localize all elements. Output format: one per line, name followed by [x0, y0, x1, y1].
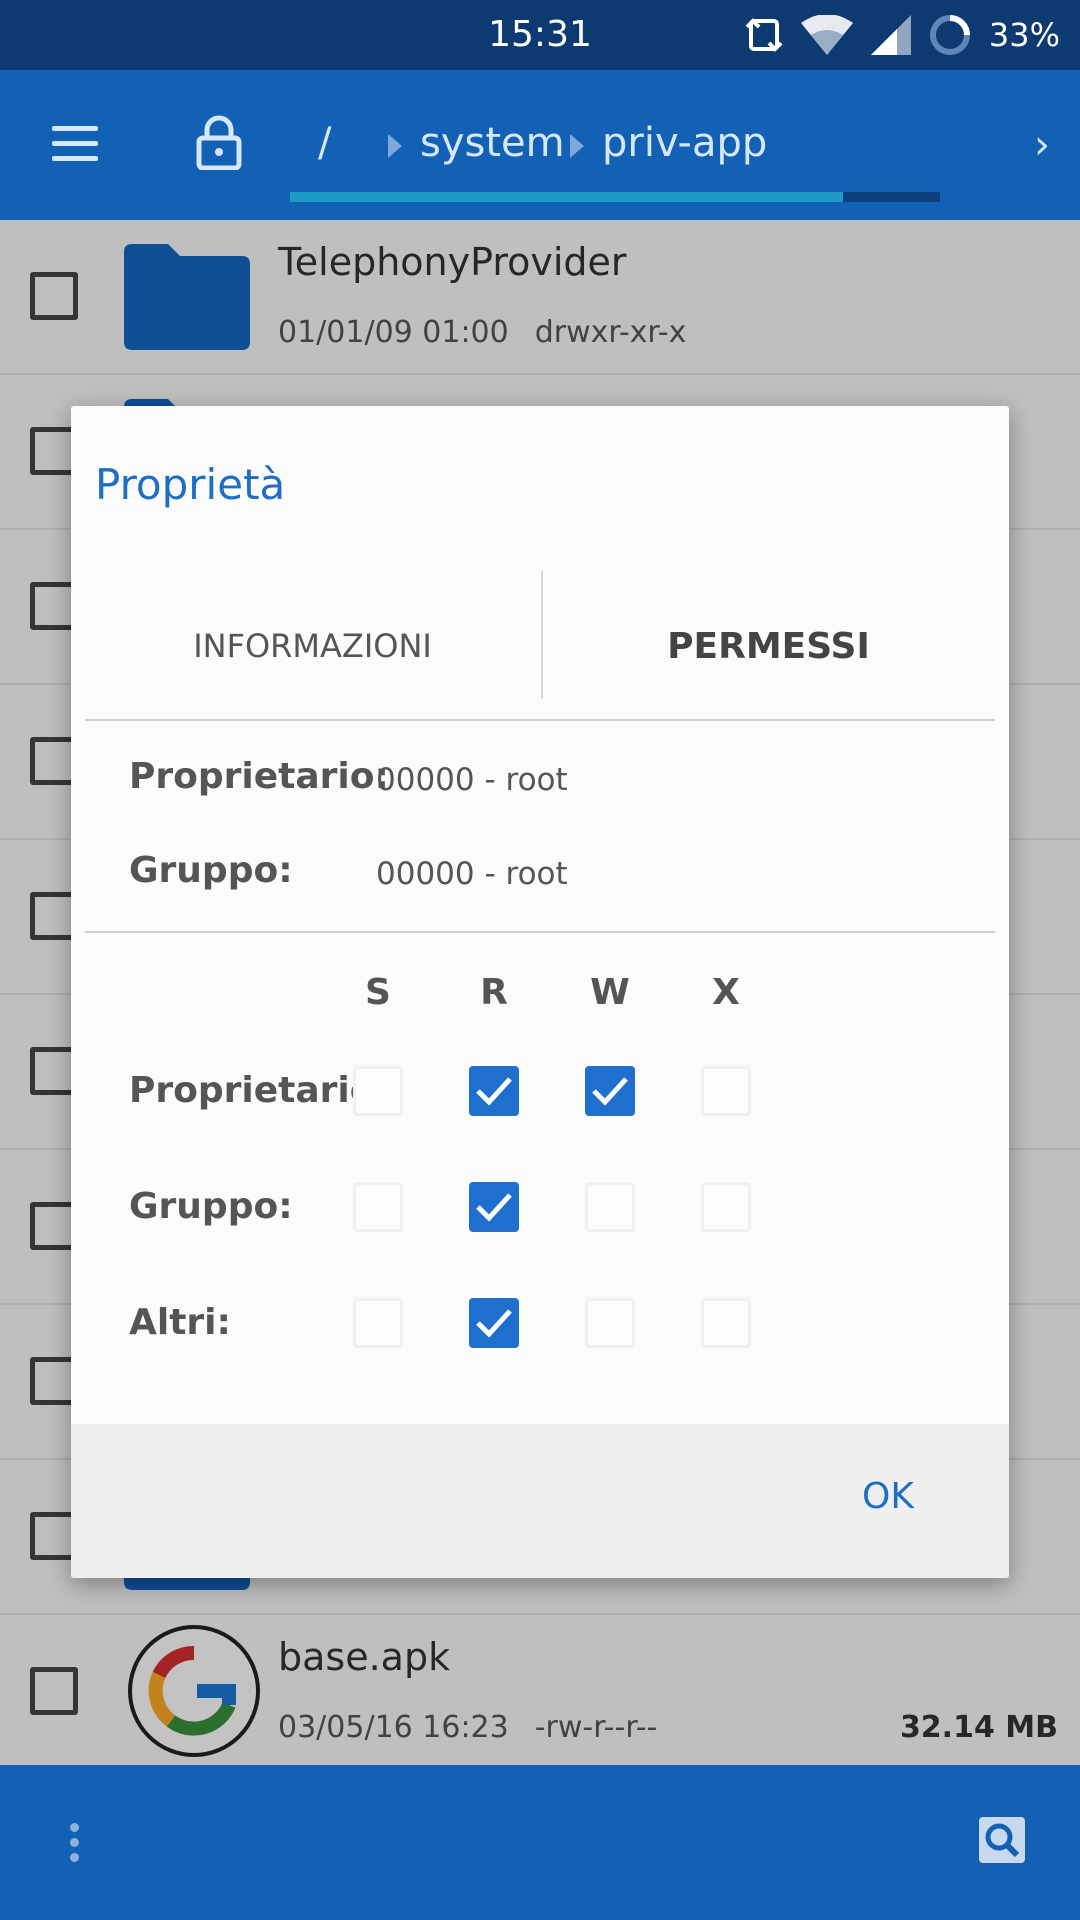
more-options-icon[interactable]	[70, 1823, 79, 1868]
checkbox-owner-w[interactable]	[585, 1066, 635, 1116]
checkbox-others-x[interactable]	[701, 1298, 751, 1348]
properties-dialog: Proprietà INFORMAZIONI PERMESSI Propriet…	[71, 406, 1009, 1578]
status-bar: 15:31 33%	[0, 0, 1080, 70]
breadcrumb-system[interactable]: system	[420, 120, 565, 166]
dialog-title: Proprietà	[95, 460, 286, 509]
bottom-bar	[0, 1765, 1080, 1920]
breadcrumb-separator	[388, 134, 402, 158]
battery-icon	[929, 15, 970, 55]
perm-row-group-label: Gruppo:	[129, 1186, 293, 1227]
owner-label: Proprietario:	[129, 756, 389, 797]
checkbox-group-w[interactable]	[585, 1182, 635, 1232]
menu-icon[interactable]	[52, 126, 98, 162]
search-icon[interactable]	[979, 1817, 1025, 1863]
loading-progress-fill	[290, 192, 843, 202]
chevron-right-icon[interactable]: ›	[1034, 122, 1050, 168]
status-icons: 33%	[745, 10, 1060, 60]
signal-icon	[870, 15, 911, 55]
checkbox-group-r[interactable]	[469, 1182, 519, 1232]
group-value[interactable]: 00000 - root	[376, 856, 568, 892]
ok-button[interactable]: OK	[862, 1476, 914, 1517]
dialog-tabs: INFORMAZIONI PERMESSI	[85, 571, 995, 721]
column-header-s: S	[365, 972, 391, 1013]
column-header-r: R	[480, 972, 508, 1013]
column-header-x: X	[712, 972, 740, 1013]
checkbox-owner-s[interactable]	[353, 1066, 403, 1116]
breadcrumb-priv-app[interactable]: priv-app	[602, 120, 767, 166]
checkbox-owner-r[interactable]	[469, 1066, 519, 1116]
tab-informazioni[interactable]: INFORMAZIONI	[85, 571, 540, 721]
checkbox-owner-x[interactable]	[701, 1066, 751, 1116]
checkbox-others-s[interactable]	[353, 1298, 403, 1348]
sync-icon	[745, 18, 783, 52]
loading-progress	[290, 192, 940, 202]
owner-value[interactable]: 00000 - root	[376, 762, 568, 798]
checkbox-group-x[interactable]	[701, 1182, 751, 1232]
tab-permessi[interactable]: PERMESSI	[541, 571, 996, 721]
toolbar: / system priv-app ›	[0, 70, 1080, 220]
checkbox-others-r[interactable]	[469, 1298, 519, 1348]
check-icon	[476, 1193, 512, 1222]
perm-row-owner-label: Proprietario:	[129, 1070, 389, 1111]
column-header-w: W	[590, 972, 630, 1013]
check-icon	[476, 1077, 512, 1106]
checkbox-group-s[interactable]	[353, 1182, 403, 1232]
perm-row-others-label: Altri:	[129, 1302, 231, 1343]
section-divider	[85, 931, 995, 933]
battery-percent: 33%	[988, 16, 1060, 54]
dialog-footer: OK	[71, 1424, 1009, 1578]
breadcrumb-root[interactable]: /	[318, 120, 331, 166]
check-icon	[592, 1077, 628, 1106]
wifi-icon	[800, 15, 853, 55]
breadcrumb-separator	[570, 134, 584, 158]
group-label: Gruppo:	[129, 850, 293, 891]
check-icon	[476, 1309, 512, 1338]
checkbox-others-w[interactable]	[585, 1298, 635, 1348]
lock-icon[interactable]	[195, 114, 243, 170]
